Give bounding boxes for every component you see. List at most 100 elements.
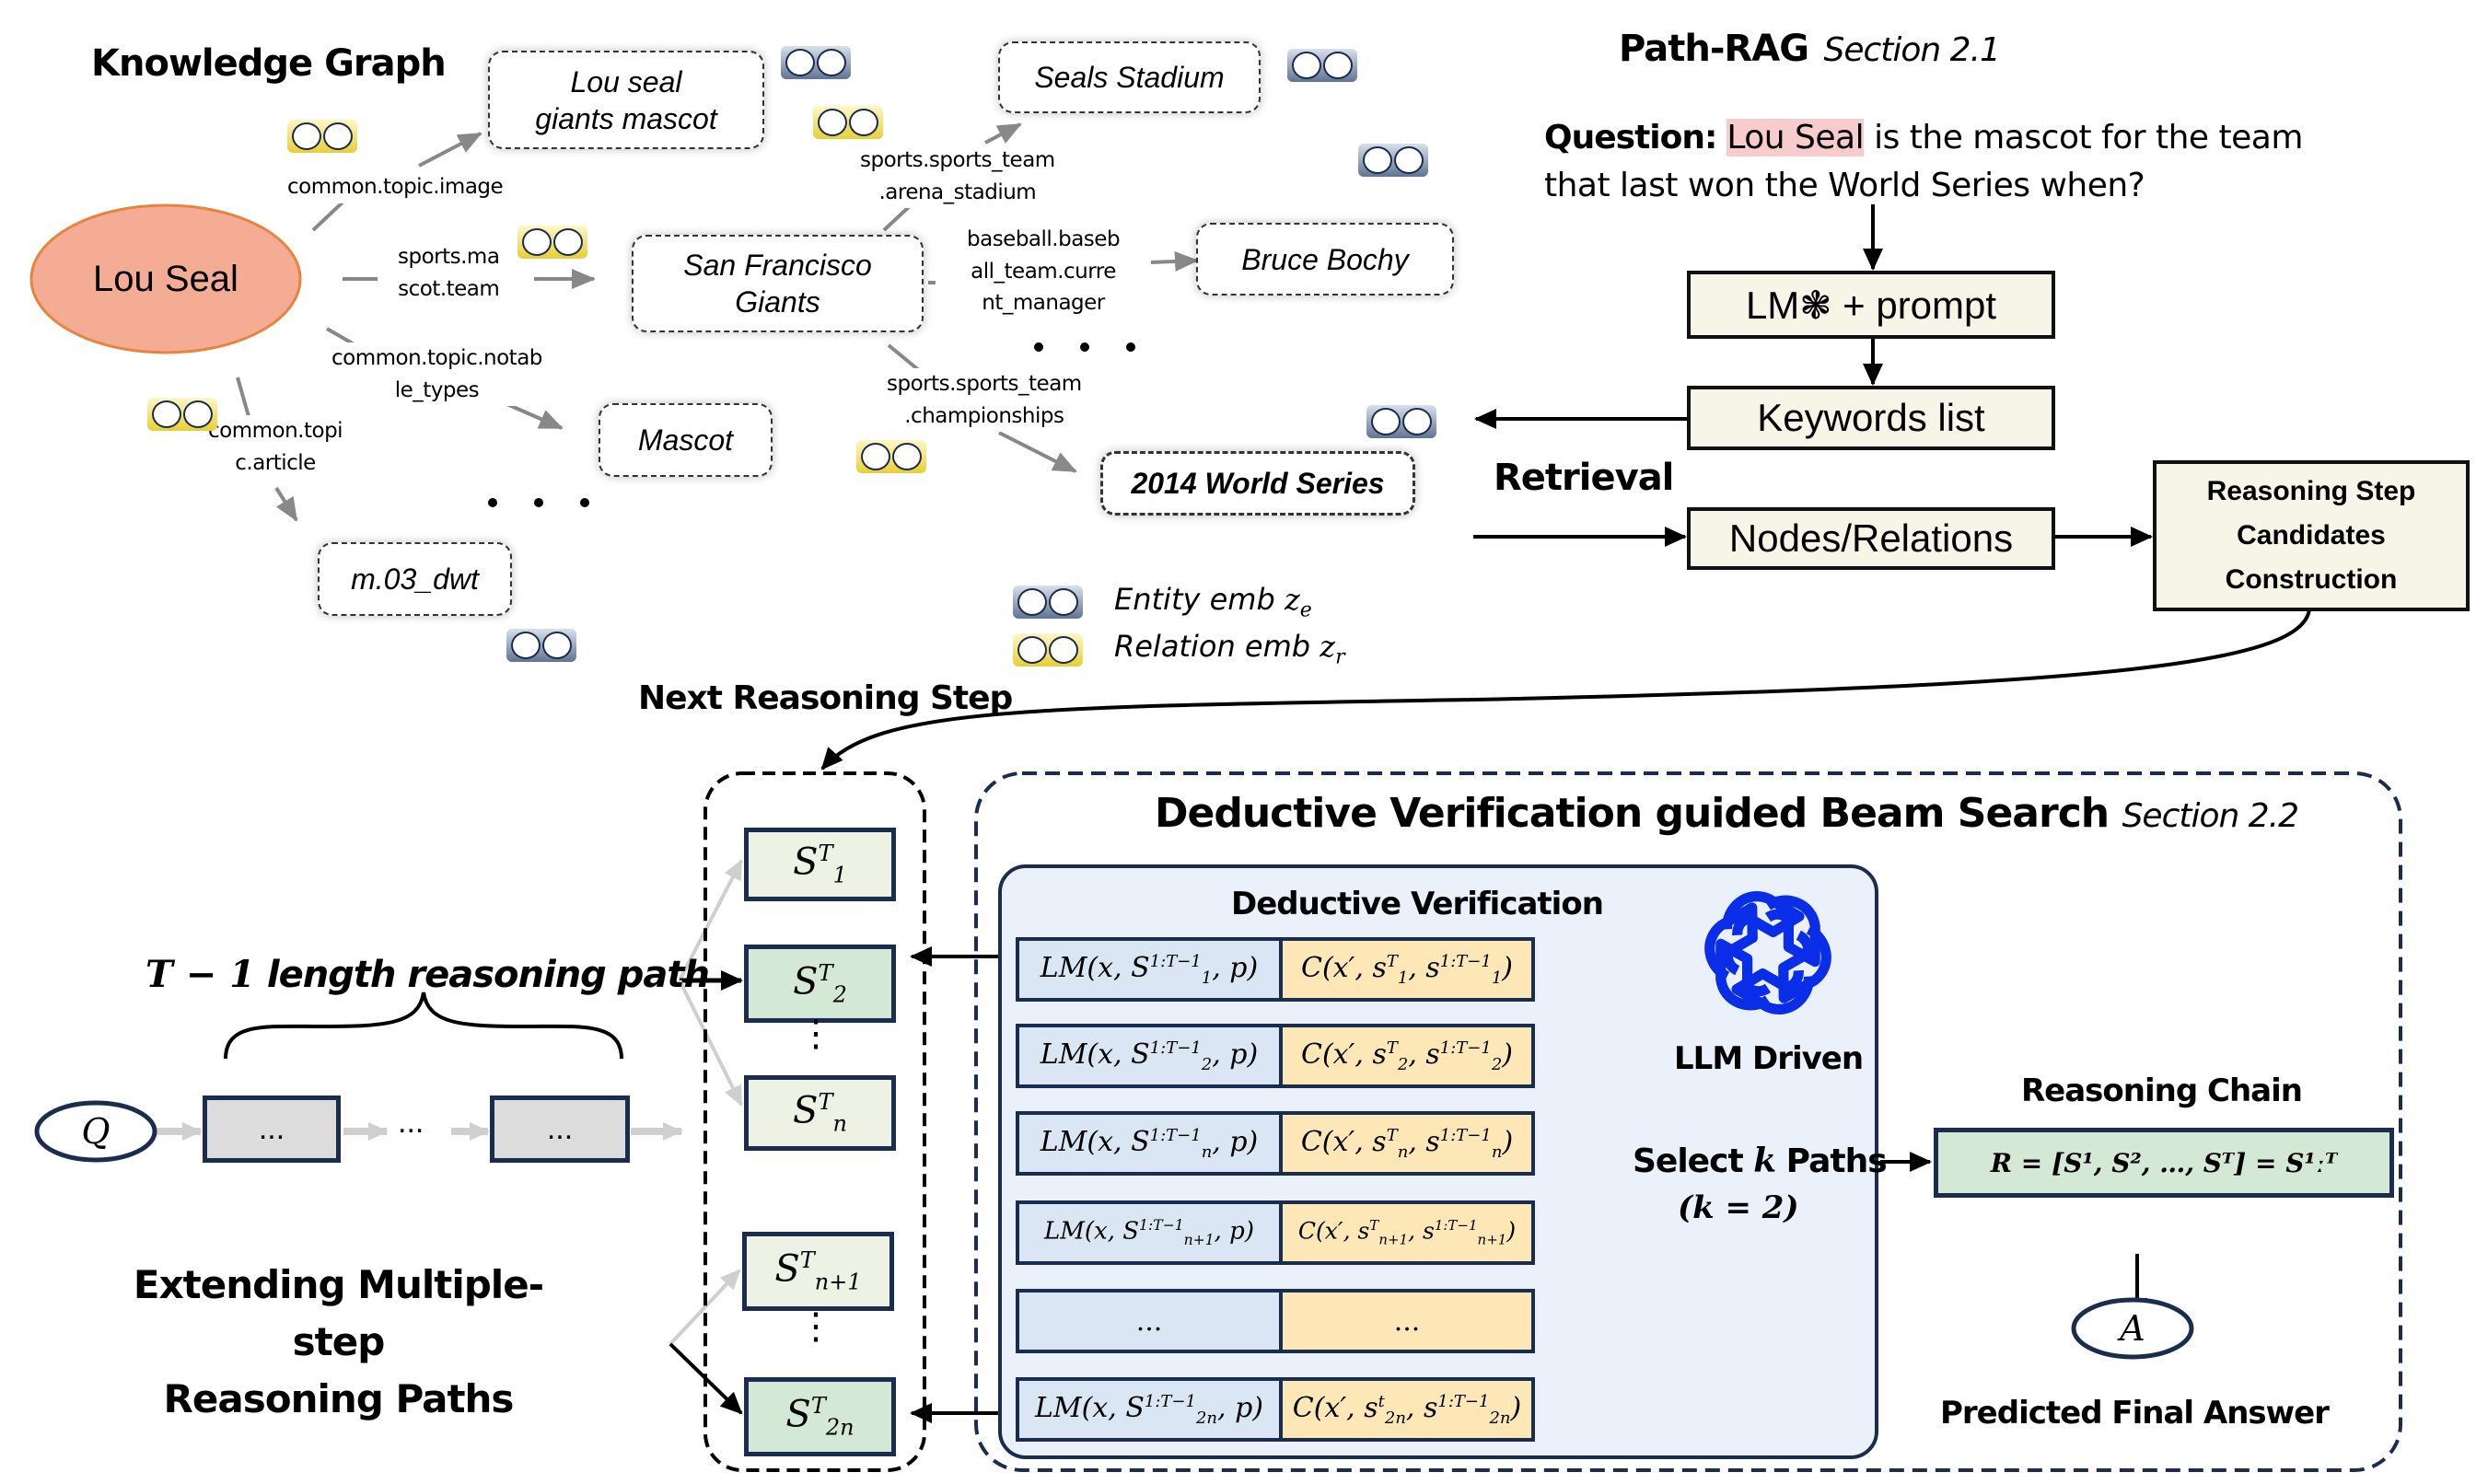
entity-emb-icon [1358, 144, 1428, 177]
entity-2014-world-series[interactable]: 2014 World Series [1100, 451, 1415, 516]
answer-node[interactable]: A [2074, 1300, 2192, 1357]
q-node[interactable]: Q [37, 1103, 155, 1160]
candidate-vdots-2: ⋮ [797, 1306, 834, 1347]
sn-base: S [793, 1089, 819, 1132]
path-middle-dots: ... [398, 1105, 424, 1140]
path-rag-header: Path-RAG Section 2.1 [1619, 28, 2001, 70]
relation-mascot-team-l2: scot.team [398, 276, 500, 301]
s1-sub: 1 [832, 862, 847, 888]
nodes-relations-label: Nodes/Relations [1728, 516, 2014, 560]
path-step-2-dots: ... [546, 1111, 574, 1146]
entity-sf-giants-line1: San Francisco [683, 249, 872, 282]
relation-emb-icon [287, 120, 357, 153]
dv-lm-formula: LM(x, S1:T−11, p) [1040, 951, 1259, 988]
kg-title: Knowledge Graph [91, 42, 447, 85]
branch-to-sn [678, 980, 743, 1107]
relation-manager-l1: baseball.baseb [967, 227, 1121, 251]
dv-c-formula: C(x′, sT2, s1:T−12) [1300, 1038, 1514, 1074]
dv-c-cell: C(x′, sT2, s1:T−12) [1279, 1024, 1535, 1088]
relation-article-l1: common.topi [208, 419, 343, 443]
entity-mascot-label: Mascot [637, 423, 734, 457]
candidate-s2[interactable]: ST2 [744, 945, 896, 1023]
relation-champ-l2: .championships [904, 403, 1064, 428]
relation-emb-icon [813, 106, 883, 139]
relation-manager-l3: nt_manager [982, 291, 1105, 315]
relation-championships: sports.sports_team .championships [887, 368, 1082, 432]
dv-lm-cell: ... [1016, 1289, 1283, 1353]
lou-seal-label: Lou Seal [93, 258, 238, 299]
dv-lm-cell: LM(x, S1:T−1n, p) [1016, 1111, 1283, 1176]
reasoning-path-math: T − 1 [145, 953, 255, 996]
s2n-sup: T [810, 1393, 826, 1420]
dv-c-formula: C(x′, sTn, s1:T−1n) [1300, 1125, 1514, 1162]
extending-title: Extending Multiple-step Reasoning Paths [92, 1257, 585, 1428]
dv-lm-formula: LM(x, S1:T−1n+1, p) [1044, 1217, 1254, 1248]
entity-mascot[interactable]: Mascot [599, 403, 773, 477]
relation-mascot-team: sports.ma scot.team [398, 241, 500, 305]
candidate-sn1-label: STn+1 [774, 1247, 861, 1294]
sn1-sub: n+1 [814, 1269, 862, 1295]
entity-m03-dwt[interactable]: m.03_dwt [318, 542, 512, 616]
beam-search-title: Deductive Verification guided Beam Searc… [1155, 790, 2110, 837]
edge-arena-b [984, 122, 1022, 145]
entity-lou-seal-mascot[interactable]: Lou seal giants mascot [488, 51, 764, 149]
candidate-sn[interactable]: STn [744, 1075, 896, 1151]
s2-sub: 2 [832, 981, 847, 1008]
select-k: k [1753, 1142, 1776, 1180]
s2n-sub: 2n [825, 1414, 855, 1441]
legend-entity-symbol: z [1284, 582, 1300, 617]
path-rag-title: Path-RAG [1619, 28, 1809, 70]
dv-c-cell: C(x′, sTn, s1:T−1n) [1279, 1111, 1535, 1176]
lm-prompt-box[interactable]: LM❃ + prompt [1687, 271, 2055, 339]
sn1-sup: T [799, 1247, 815, 1274]
relation-article: common.topi c.article [208, 415, 343, 479]
reasoning-chain-box[interactable]: R = [S¹, S², …, Sᵀ] = S¹ːᵀ [1934, 1128, 2394, 1198]
nodes-relations-box[interactable]: Nodes/Relations [1687, 507, 2055, 570]
relation-notable-types: common.topic.notab le_types [331, 342, 542, 406]
edge-manager-b [1150, 250, 1199, 272]
entity-emb-icon [781, 46, 851, 79]
path-rag-section: Section 2.1 [1823, 31, 2000, 69]
edge-article-b [274, 486, 298, 522]
candidate-s2n[interactable]: ST2n [744, 1377, 896, 1456]
reasoning-path-label: T − 1 length reasoning path [145, 953, 710, 996]
relation-arena-stadium: sports.sports_team .arena_stadium [860, 145, 1055, 208]
candidate-s1[interactable]: ST1 [744, 828, 896, 901]
candidate-sn1[interactable]: STn+1 [742, 1232, 894, 1311]
dv-c-cell: C(x′, sTn+1, s1:T−1n+1) [1279, 1200, 1535, 1265]
entity-seals-stadium[interactable]: Seals Stadium [998, 41, 1261, 113]
reasoning-chain-title: Reasoning Chain [2021, 1072, 2303, 1109]
legend-relation-text: Relation emb [1114, 629, 1311, 664]
select-k-paths-label: Select k Paths [1633, 1142, 1888, 1180]
candidates-construction-box[interactable]: Reasoning Step Candidates Construction [2153, 460, 2470, 611]
path-step-1-dots: ... [258, 1111, 285, 1146]
entity-sf-giants[interactable]: San Francisco Giants [632, 235, 924, 332]
reasoning-path-text: length reasoning path [254, 954, 710, 996]
beam-search-header: Deductive Verification guided Beam Searc… [1155, 790, 2299, 837]
s2n-base: S [785, 1393, 811, 1436]
s2-sup: T [818, 959, 833, 986]
select-post: Paths [1775, 1142, 1888, 1180]
next-reasoning-step-label: Next Reasoning Step [638, 679, 1013, 717]
path-step-box-2[interactable]: ... [490, 1096, 630, 1163]
dv-lm-formula: LM(x, S1:T−12, p) [1040, 1038, 1259, 1074]
dv-lm-formula: LM(x, S1:T−1n, p) [1040, 1125, 1259, 1162]
entity-bruce-bochy[interactable]: Bruce Bochy [1196, 223, 1454, 296]
lou-seal-node[interactable]: Lou Seal [31, 205, 300, 353]
question-highlight: Lou Seal [1726, 119, 1865, 157]
branch-to-s2n [669, 1342, 743, 1415]
keywords-list-box[interactable]: Keywords list [1687, 386, 2055, 450]
path-step-box-1[interactable]: ... [203, 1096, 341, 1163]
edge-champ-b [998, 431, 1077, 473]
entity-sf-giants-line2: Giants [735, 285, 820, 319]
llm-driven-label: LLM Driven [1674, 1040, 1864, 1077]
dv-lm-cell: LM(x, S1:T−12n, p) [1016, 1377, 1283, 1442]
legend-entity-sub: e [1299, 598, 1312, 622]
beam-search-section: Section 2.2 [2122, 797, 2299, 835]
relation-article-l2: c.article [235, 450, 316, 475]
lm-prompt-label: LM❃ + prompt [1745, 283, 1997, 327]
s1-base: S [793, 841, 819, 884]
dv-lm-cell: LM(x, S1:T−11, p) [1016, 937, 1283, 1002]
relation-emb-icon [517, 226, 587, 259]
dv-lm-formula: LM(x, S1:T−12n, p) [1035, 1391, 1263, 1428]
